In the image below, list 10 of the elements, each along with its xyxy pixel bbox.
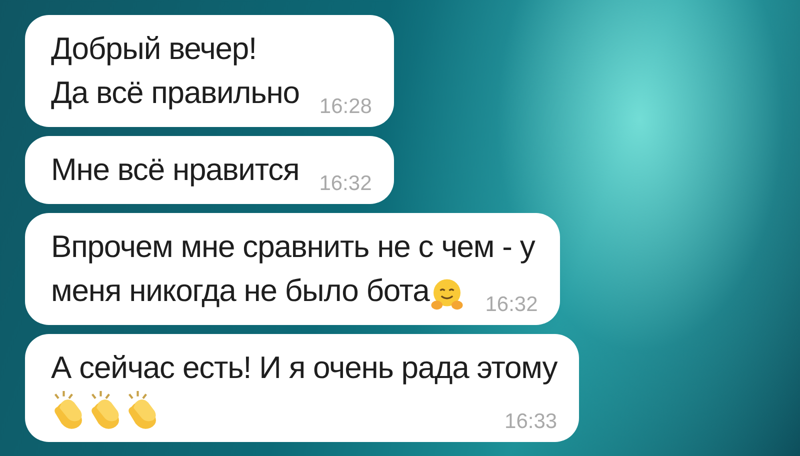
message-text: Впрочем мне сравнить не с чем - у [51, 228, 535, 266]
message-text: Мне всё нравится [51, 151, 300, 189]
message-time: 16:32 [319, 171, 372, 197]
message-time: 16:32 [485, 292, 538, 318]
message-text: А сейчас есть! И я очень рада этому [51, 349, 558, 387]
message-text: Да всё правильно [51, 74, 300, 112]
message-text: Добрый вечер! [51, 30, 257, 68]
message-text: меня никогда не было бота [51, 272, 430, 310]
message-time: 16:28 [319, 94, 372, 120]
message-time: 16:33 [504, 409, 558, 435]
